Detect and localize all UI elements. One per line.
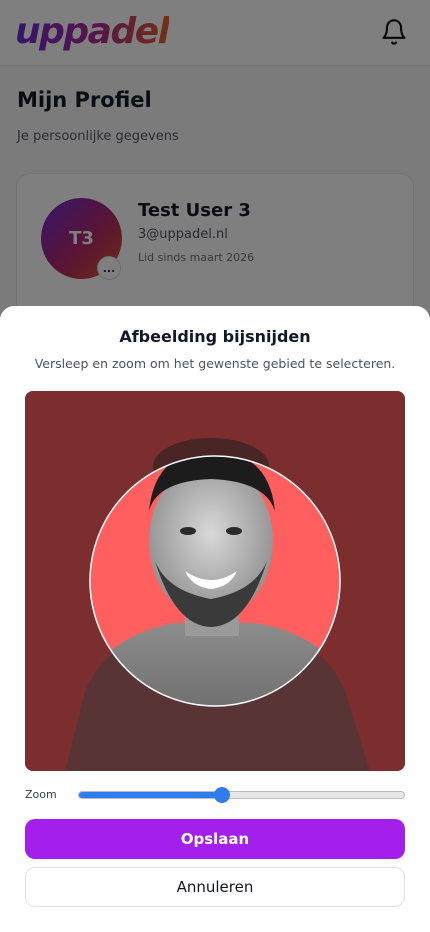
profile-photo [25, 391, 405, 771]
dialog-title: Afbeelding bijsnijden [119, 327, 311, 346]
crop-area[interactable] [25, 391, 405, 771]
zoom-slider-thumb[interactable] [213, 787, 230, 803]
save-button[interactable]: Opslaan [25, 819, 405, 859]
cancel-button[interactable]: Annuleren [25, 867, 405, 907]
dialog-description: Versleep en zoom om het gewenste gebied … [34, 356, 396, 371]
zoom-slider[interactable] [78, 791, 405, 799]
crop-dialog: Afbeelding bijsnijden Versleep en zoom o… [0, 306, 430, 932]
zoom-label: Zoom [25, 788, 57, 801]
zoom-slider-fill [79, 792, 222, 798]
